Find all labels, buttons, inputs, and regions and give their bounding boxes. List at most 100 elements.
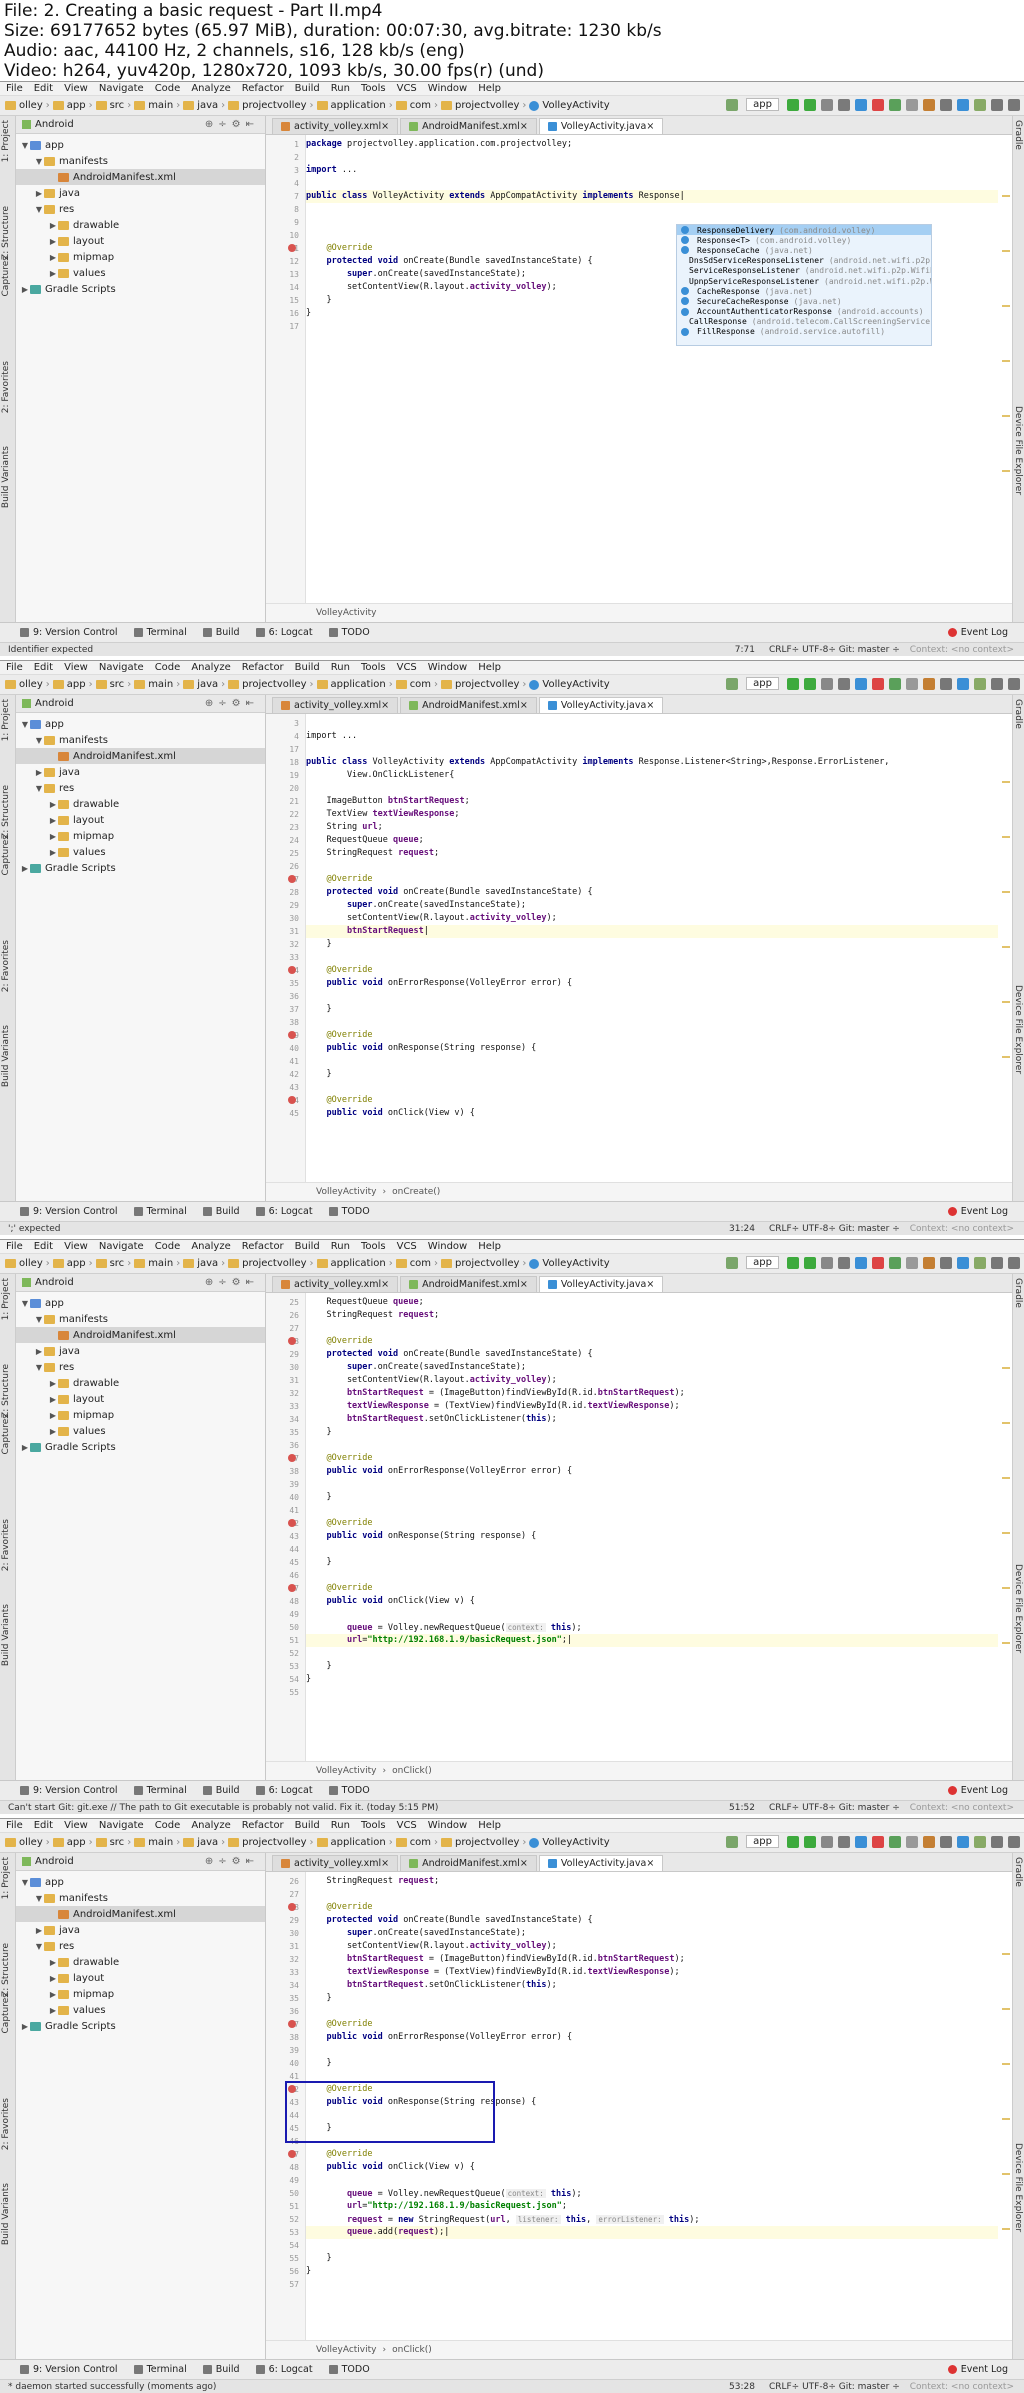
expand-arrow-icon[interactable]: ▼	[34, 157, 44, 166]
toolbar-action-icon[interactable]	[1008, 1256, 1020, 1269]
event-log-button[interactable]: Event Log	[947, 1785, 1008, 1796]
toolbar-action-icon[interactable]	[1008, 98, 1020, 111]
editor-tab[interactable]: VolleyActivity.java ×	[538, 697, 664, 713]
caret-position[interactable]: 51:52	[729, 1803, 755, 1813]
toolbar-action-icon[interactable]	[787, 1256, 799, 1269]
expand-arrow-icon[interactable]: ▶	[48, 2006, 58, 2015]
toolbar-action-icon[interactable]	[974, 677, 986, 690]
menu-item[interactable]: Analyze	[191, 83, 230, 94]
menu-item[interactable]: Help	[478, 662, 501, 673]
expand-arrow-icon[interactable]: ▼	[34, 1942, 44, 1951]
error-stripe[interactable]	[1000, 135, 1010, 603]
override-marker-icon[interactable]	[288, 1031, 296, 1039]
error-stripe-mark[interactable]	[1002, 1953, 1010, 1955]
expand-arrow-icon[interactable]: ▼	[20, 141, 30, 150]
breadcrumb-item[interactable]: olley	[2, 1837, 46, 1848]
menu-item[interactable]: Analyze	[191, 662, 230, 673]
menu-item[interactable]: Refactor	[242, 662, 284, 673]
toolbar-action-icon[interactable]	[804, 677, 816, 690]
left-tool-window-button[interactable]: 2: Favorites	[1, 940, 15, 992]
right-tool-window-button[interactable]: Gradle	[1013, 1857, 1023, 1887]
code-breadcrumb-item[interactable]: onClick()	[392, 2345, 432, 2355]
code-line[interactable]	[306, 2174, 998, 2187]
code-line[interactable]: @Override	[306, 1582, 998, 1595]
tree-item[interactable]: ▶ java	[16, 1343, 265, 1359]
error-stripe-mark[interactable]	[1002, 2228, 1010, 2230]
expand-arrow-icon[interactable]: ▼	[20, 1878, 30, 1887]
close-icon[interactable]: ×	[646, 121, 654, 132]
caret-position[interactable]: 31:24	[729, 1224, 755, 1234]
toolbar-action-icon[interactable]	[991, 98, 1003, 111]
override-marker-icon[interactable]	[288, 244, 296, 252]
completion-item[interactable]: SecureCacheResponse (java.net)	[677, 296, 931, 306]
code-line[interactable]: @Override	[306, 873, 998, 886]
toolbar-action-icon[interactable]	[957, 677, 969, 690]
expand-arrow-icon[interactable]: ▼	[34, 1894, 44, 1903]
toolbar-action-icon[interactable]	[974, 98, 986, 111]
code-line[interactable]: setContentView(R.layout.activity_volley)…	[306, 912, 998, 925]
error-stripe-mark[interactable]	[1002, 1642, 1010, 1644]
code-breadcrumb-item[interactable]: onCreate()	[392, 1187, 440, 1197]
code-breadcrumb-item[interactable]: VolleyActivity	[316, 2345, 377, 2355]
override-marker-icon[interactable]	[288, 2150, 296, 2158]
breadcrumb-item[interactable]: java	[180, 1258, 221, 1269]
left-tool-window-button[interactable]: 1: Project	[1, 699, 15, 741]
code-line[interactable]: public void onClick(View v) {	[306, 2161, 998, 2174]
left-tool-window-button[interactable]: 2: Favorites	[1, 1519, 15, 1571]
code-line[interactable]: @Override	[306, 1517, 998, 1530]
file-encoding[interactable]: CRLF÷ UTF-8÷ Git: master ÷	[769, 645, 900, 655]
breadcrumb-item[interactable]: src	[93, 679, 128, 690]
tree-item[interactable]: ▶ mipmap	[16, 249, 265, 265]
tree-item[interactable]: ▼ res	[16, 780, 265, 796]
completion-item[interactable]: FillResponse (android.service.autofill)	[677, 327, 931, 337]
code-line[interactable]: }	[306, 1491, 998, 1504]
code-line[interactable]: public void onErrorResponse(VolleyError …	[306, 1465, 998, 1478]
close-icon[interactable]: ×	[381, 1279, 389, 1290]
tree-item[interactable]: ▼ manifests	[16, 732, 265, 748]
override-marker-icon[interactable]	[288, 1337, 296, 1345]
code-line[interactable]: TextView textViewResponse;	[306, 808, 998, 821]
tool-window-button[interactable]: TODO	[328, 1785, 370, 1796]
error-stripe[interactable]	[1000, 714, 1010, 1182]
code-line[interactable]: @Override	[306, 1452, 998, 1465]
tool-window-button[interactable]: TODO	[328, 2364, 370, 2375]
toolbar-action-icon[interactable]	[872, 1256, 884, 1269]
menu-item[interactable]: VCS	[397, 83, 417, 94]
breadcrumb-item[interactable]: application	[314, 1837, 389, 1848]
error-stripe-mark[interactable]	[1002, 1587, 1010, 1589]
left-tool-window-button[interactable]: Captures	[1, 1993, 15, 2033]
error-stripe-mark[interactable]	[1002, 195, 1010, 197]
override-marker-icon[interactable]	[288, 2020, 296, 2028]
tree-item[interactable]: ▶ values	[16, 1423, 265, 1439]
menu-item[interactable]: Build	[295, 662, 320, 673]
error-stripe-mark[interactable]	[1002, 1001, 1010, 1003]
menu-item[interactable]: Code	[155, 1820, 181, 1831]
completion-item[interactable]: ServiceResponseListener (android.net.wifi…	[677, 266, 931, 276]
code-line[interactable]: }	[306, 1003, 998, 1016]
close-icon[interactable]: ×	[381, 121, 389, 132]
code-line[interactable]: public void onClick(View v) {	[306, 1595, 998, 1608]
menu-item[interactable]: Tools	[361, 1241, 386, 1252]
override-marker-icon[interactable]	[288, 875, 296, 883]
code-line[interactable]: }	[306, 2265, 998, 2278]
code-line[interactable]: btnStartRequest.setOnClickListener(this)…	[306, 1413, 998, 1426]
error-stripe-mark[interactable]	[1002, 305, 1010, 307]
code-line[interactable]	[306, 782, 998, 795]
menu-item[interactable]: Edit	[34, 662, 53, 673]
editor-tab[interactable]: VolleyActivity.java ×	[538, 118, 664, 134]
menu-item[interactable]: Code	[155, 662, 181, 673]
error-stripe-mark[interactable]	[1002, 946, 1010, 948]
override-marker-icon[interactable]	[288, 1519, 296, 1527]
breadcrumb-item[interactable]: projectvolley	[438, 679, 522, 690]
code-breadcrumb-item[interactable]: onClick()	[392, 1766, 432, 1776]
expand-arrow-icon[interactable]: ▶	[48, 816, 58, 825]
code-line[interactable]	[306, 951, 998, 964]
code-line[interactable]: url="http://192.168.1.9/basicRequest.jso…	[306, 2200, 998, 2213]
tree-item[interactable]: ▶ drawable	[16, 1375, 265, 1391]
tool-window-button[interactable]: 9: Version Control	[20, 2364, 118, 2375]
expand-arrow-icon[interactable]: ▶	[34, 1926, 44, 1935]
error-stripe-mark[interactable]	[1002, 2118, 1010, 2120]
toolbar-action-icon[interactable]	[923, 1256, 935, 1269]
right-tool-window-button[interactable]: Gradle	[1013, 699, 1023, 729]
toolbar-action-icon[interactable]	[974, 1835, 986, 1848]
